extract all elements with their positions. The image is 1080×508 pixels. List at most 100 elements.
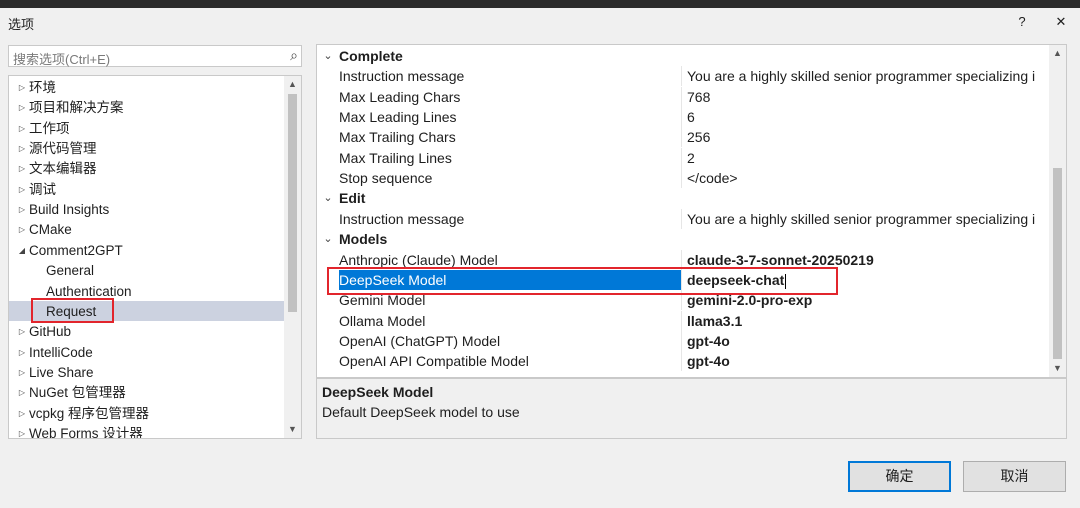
tree-scrollbar[interactable]: ▲ ▼	[284, 76, 301, 438]
expand-arrow-icon[interactable]: ▷	[15, 322, 29, 342]
property-name[interactable]: Ollama Model	[339, 311, 681, 331]
property-value[interactable]: 256	[686, 127, 1052, 147]
property-value-text: gpt-4o	[687, 353, 730, 370]
grid-scroll-up-icon[interactable]: ▲	[1049, 45, 1066, 62]
expand-arrow-icon[interactable]: ▷	[15, 180, 29, 200]
property-value[interactable]: 2	[686, 148, 1052, 168]
grid-category[interactable]: ⌄ Models	[317, 229, 1051, 249]
property-name[interactable]: OpenAI API Compatible Model	[339, 351, 681, 371]
tree-subitem[interactable]: General	[9, 261, 94, 281]
tree-item[interactable]: ▷ CMake	[9, 220, 72, 240]
property-name[interactable]: Max Leading Lines	[339, 107, 681, 127]
tree-item[interactable]: ▷ 环境	[9, 78, 56, 98]
expand-arrow-icon[interactable]: ▷	[15, 363, 29, 383]
grid-property-row[interactable]: OpenAI API Compatible Model gpt-4o	[317, 351, 1052, 372]
tree-item[interactable]: ▷ vcpkg 程序包管理器	[9, 404, 149, 424]
grid-scrollbar[interactable]: ▲ ▼	[1049, 45, 1066, 377]
tree-item[interactable]: ▷ 源代码管理	[9, 139, 97, 159]
cancel-button[interactable]: 取消	[963, 461, 1066, 492]
column-divider[interactable]	[681, 330, 682, 351]
grid-property-row[interactable]: Max Trailing Chars 256	[317, 127, 1052, 148]
grid-property-row[interactable]: Stop sequence </code>	[317, 168, 1052, 189]
tree-item-label: vcpkg 程序包管理器	[29, 405, 150, 421]
tree-item[interactable]: ▷ 工作项	[9, 119, 70, 139]
property-value-text: </code>	[687, 170, 738, 187]
column-divider[interactable]	[681, 351, 682, 372]
chevron-down-icon[interactable]: ⌄	[321, 229, 335, 249]
property-name[interactable]: Instruction message	[339, 209, 681, 229]
close-button[interactable]: ✕	[1050, 12, 1072, 32]
expand-arrow-icon[interactable]: ▷	[15, 220, 29, 240]
chevron-down-icon[interactable]: ⌄	[321, 188, 335, 208]
column-divider[interactable]	[681, 168, 682, 189]
expand-arrow-icon[interactable]: ▷	[15, 383, 29, 403]
grid-category[interactable]: ⌄ Edit	[317, 188, 1051, 208]
property-name[interactable]: Max Trailing Lines	[339, 148, 681, 168]
property-value-text: You are a highly skilled senior programm…	[687, 68, 1036, 85]
expand-arrow-icon[interactable]: ▷	[15, 78, 29, 98]
column-divider[interactable]	[681, 86, 682, 107]
tree-item[interactable]: ▷ NuGet 包管理器	[9, 383, 126, 403]
property-name[interactable]: OpenAI (ChatGPT) Model	[339, 331, 681, 351]
property-name[interactable]: Instruction message	[339, 66, 681, 86]
tree-item[interactable]: ▷ GitHub	[9, 322, 71, 342]
property-value[interactable]: 6	[686, 107, 1052, 127]
column-divider[interactable]	[681, 107, 682, 128]
help-button[interactable]: ?	[1011, 12, 1033, 32]
column-divider[interactable]	[681, 66, 682, 87]
column-divider[interactable]	[681, 310, 682, 331]
scroll-thumb[interactable]	[288, 94, 297, 312]
property-name[interactable]: Max Trailing Chars	[339, 127, 681, 147]
tree-item[interactable]: ▷ Web Forms 设计器	[9, 424, 143, 438]
expand-arrow-icon[interactable]: ▷	[15, 119, 29, 139]
search-box[interactable]: 搜索选项(Ctrl+E) ⌕	[8, 45, 302, 67]
property-value[interactable]: You are a highly skilled senior programm…	[686, 209, 1052, 229]
expand-arrow-icon[interactable]: ▷	[15, 343, 29, 363]
tree-item[interactable]: ▷ 项目和解决方案	[9, 98, 124, 118]
grid-property-row[interactable]: Instruction message You are a highly skil…	[317, 208, 1052, 229]
expand-arrow-icon[interactable]: ▷	[15, 159, 29, 179]
category-label: Edit	[339, 190, 366, 207]
chevron-down-icon[interactable]: ⌄	[321, 46, 335, 66]
collapse-arrow-icon[interactable]: ◢	[15, 241, 29, 261]
grid-property-row[interactable]: Instruction message You are a highly skil…	[317, 66, 1052, 87]
grid-property-row[interactable]: Max Leading Lines 6	[317, 107, 1052, 128]
expand-arrow-icon[interactable]: ▷	[15, 98, 29, 118]
property-value[interactable]: </code>	[686, 168, 1052, 188]
tree-item[interactable]: ▷ Build Insights	[9, 200, 109, 220]
property-value[interactable]: gpt-4o	[686, 351, 1052, 371]
grid-property-row[interactable]: Max Trailing Lines 2	[317, 147, 1052, 168]
expand-arrow-icon[interactable]: ▷	[15, 139, 29, 159]
column-divider[interactable]	[681, 208, 682, 229]
expand-arrow-icon[interactable]: ▷	[15, 424, 29, 438]
property-value[interactable]: gpt-4o	[686, 331, 1052, 351]
property-value[interactable]: 768	[686, 87, 1052, 107]
request-highlight-box	[31, 298, 114, 323]
search-input[interactable]: 搜索选项(Ctrl+E)	[13, 49, 110, 68]
tree-item[interactable]: ◢ Comment2GPT	[9, 241, 123, 261]
property-name[interactable]: Stop sequence	[339, 168, 681, 188]
tree-item[interactable]: ▷ 调试	[9, 180, 56, 200]
tree-item[interactable]: ▷ Live Share	[9, 363, 94, 383]
grid-category[interactable]: ⌄ Complete	[317, 46, 1051, 66]
expand-arrow-icon[interactable]: ▷	[15, 404, 29, 424]
column-divider[interactable]	[681, 147, 682, 168]
grid-scroll-down-icon[interactable]: ▼	[1049, 360, 1066, 377]
grid-property-row[interactable]: Ollama Model llama3.1	[317, 310, 1052, 331]
expand-arrow-icon[interactable]: ▷	[15, 200, 29, 220]
property-value[interactable]: llama3.1	[686, 311, 1052, 331]
grid-property-row[interactable]: Max Leading Chars 768	[317, 86, 1052, 107]
tree-item[interactable]: ▷ 文本编辑器	[9, 159, 97, 179]
grid-property-row[interactable]: OpenAI (ChatGPT) Model gpt-4o	[317, 330, 1052, 351]
tree-item[interactable]: ▷ IntelliCode	[9, 343, 93, 363]
property-name[interactable]: Max Leading Chars	[339, 87, 681, 107]
property-value-text: llama3.1	[687, 312, 743, 329]
tree-item-label: 源代码管理	[29, 141, 97, 157]
column-divider[interactable]	[681, 127, 682, 148]
ok-button[interactable]: 确定	[848, 461, 951, 492]
grid-scroll-thumb[interactable]	[1053, 168, 1062, 359]
scroll-down-icon[interactable]: ▼	[284, 421, 301, 438]
property-value[interactable]: You are a highly skilled senior programm…	[686, 66, 1052, 86]
search-icon[interactable]: ⌕	[290, 47, 298, 64]
scroll-up-icon[interactable]: ▲	[284, 76, 301, 93]
